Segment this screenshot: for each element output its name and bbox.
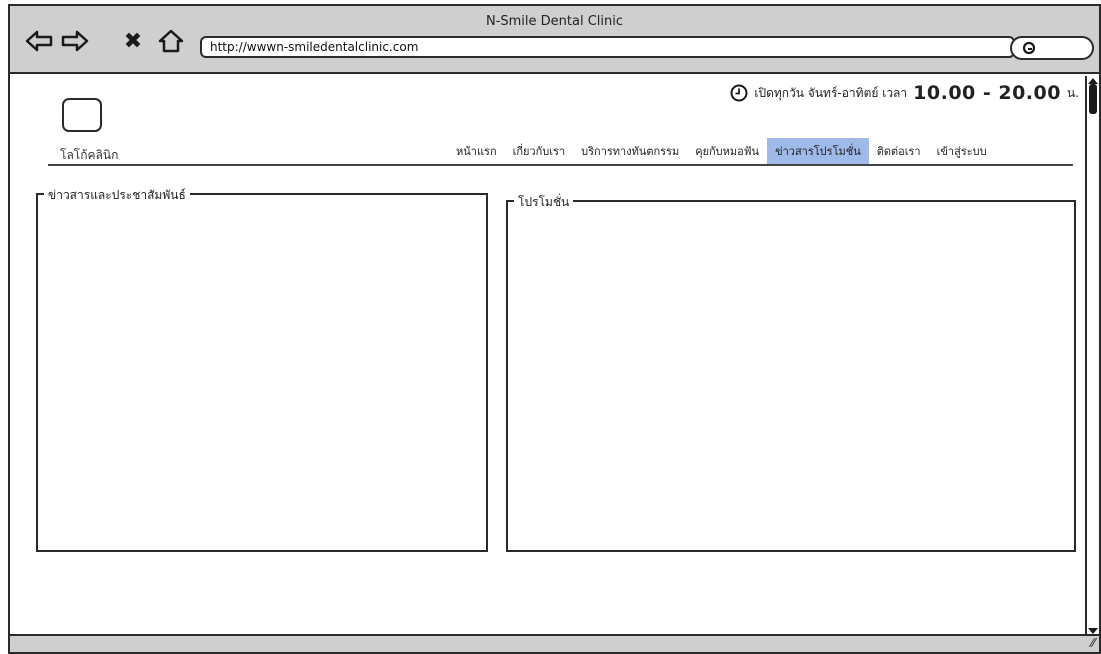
news-panel: ข่าวสารและประชาสัมพันธ์	[36, 186, 488, 552]
home-icon[interactable]	[156, 26, 186, 56]
browser-window: N-Smile Dental Clinic ✖ http://wwwn-smil…	[8, 4, 1101, 654]
nav-item-about[interactable]: เกี่ยวกับเรา	[505, 138, 574, 164]
resize-grip-icon[interactable]: ⁄⁄	[1091, 636, 1095, 650]
hours-prefix: เปิดทุกวัน จันทร์-อาทิตย์ เวลา	[754, 85, 908, 100]
browser-search-field[interactable]	[1010, 36, 1094, 60]
clinic-logo-placeholder[interactable]	[62, 98, 102, 132]
nav-divider	[48, 164, 1073, 166]
forward-arrow-icon[interactable]	[60, 26, 90, 56]
clock-icon	[730, 84, 748, 102]
close-x-icon[interactable]: ✖	[118, 27, 148, 57]
logo-label: โลโก้คลินิก	[60, 148, 119, 162]
hours-suffix: น.	[1066, 85, 1079, 100]
nav-item-services[interactable]: บริการทางทันตกรรม	[573, 138, 687, 164]
nav-item-contact[interactable]: ติดต่อเรา	[869, 138, 929, 164]
search-icon	[1022, 41, 1036, 55]
opening-hours: เปิดทุกวัน จันทร์-อาทิตย์ เวลา 10.00 - 2…	[730, 82, 1079, 104]
nav-item-home[interactable]: หน้าแรก	[448, 138, 505, 164]
browser-statusbar: ⁄⁄	[10, 634, 1099, 652]
back-arrow-icon[interactable]	[24, 26, 54, 56]
promotion-panel: โปรโมชั่น	[506, 193, 1076, 552]
nav-item-login[interactable]: เข้าสู่ระบบ	[929, 138, 995, 164]
page-content: เปิดทุกวัน จันทร์-อาทิตย์ เวลา 10.00 - 2…	[10, 76, 1087, 638]
main-navigation: หน้าแรก เกี่ยวกับเรา บริการทางทันตกรรม ค…	[448, 138, 995, 164]
news-panel-legend: ข่าวสารและประชาสัมพันธ์	[44, 186, 190, 205]
hours-time: 10.00 - 20.00	[913, 82, 1061, 104]
vertical-scrollbar[interactable]	[1085, 76, 1099, 638]
browser-titlebar: N-Smile Dental Clinic ✖ http://wwwn-smil…	[10, 6, 1099, 74]
address-bar[interactable]: http://wwwn-smiledentalclinic.com	[200, 36, 1015, 58]
scroll-thumb[interactable]	[1089, 84, 1097, 114]
nav-item-news-promotions[interactable]: ข่าวสารโปรโมชั่น	[767, 138, 869, 164]
nav-item-chat-dentist[interactable]: คุยกับหมอฟัน	[687, 138, 767, 164]
promotion-panel-legend: โปรโมชั่น	[514, 193, 574, 212]
